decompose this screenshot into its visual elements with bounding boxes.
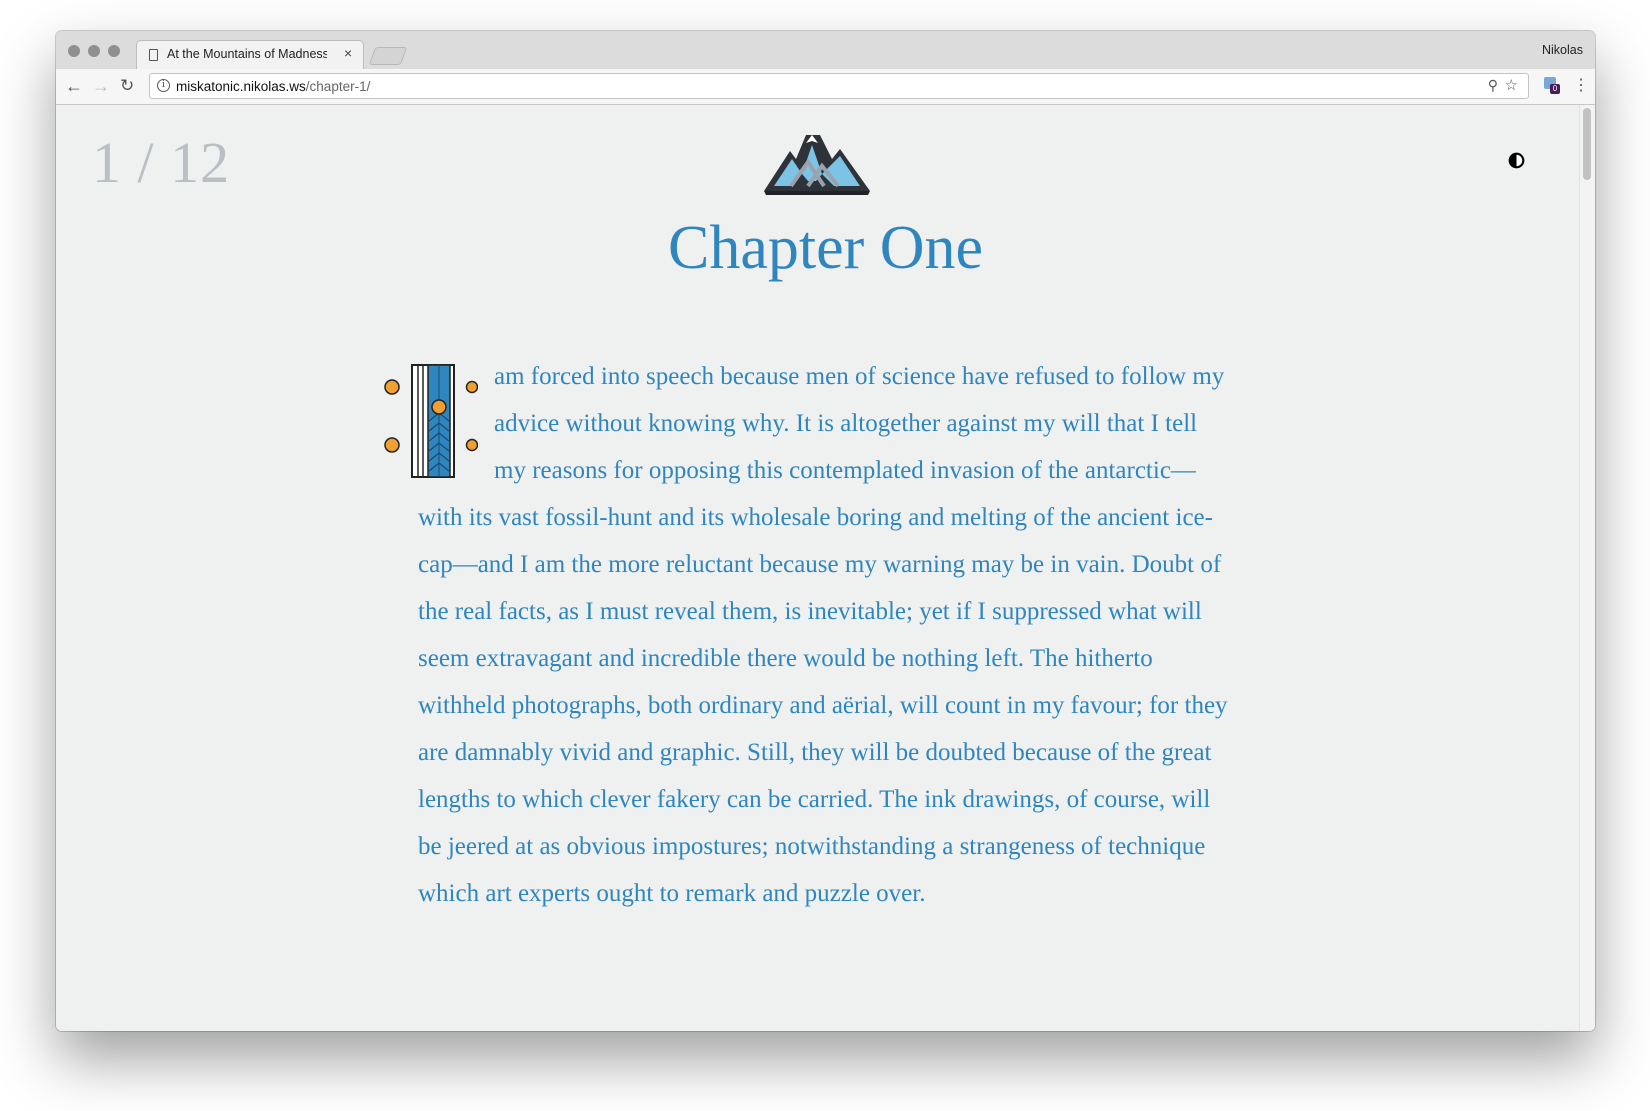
scrollbar-thumb[interactable] [1583, 108, 1591, 180]
address-bar[interactable]: i miskatonic.nikolas.ws/chapter-1/ ⚲ ☆ [149, 73, 1529, 99]
close-window-button[interactable] [68, 45, 80, 57]
browser-toolbar: ← → ↻ i miskatonic.nikolas.ws/chapter-1/… [56, 69, 1595, 105]
url-path: /chapter-1/ [305, 79, 371, 94]
page-counter: 1 / 12 [92, 130, 231, 195]
chapter-title: Chapter One [667, 214, 984, 282]
chapter-text: am forced into speech because men of sci… [384, 353, 1230, 917]
info-icon[interactable]: i [157, 79, 170, 92]
maximize-window-button[interactable] [108, 45, 120, 57]
url-host: miskatonic.nikolas.ws [176, 79, 306, 94]
contrast-toggle-icon[interactable] [1508, 152, 1525, 169]
drop-cap-i [384, 364, 478, 478]
zoom-icon[interactable]: ⚲ [1488, 77, 1498, 94]
tab-active[interactable]: At the Mountains of Madness × [136, 40, 364, 69]
kebab-menu-icon[interactable]: ⋮ [1573, 75, 1589, 95]
tab-close-icon[interactable]: × [344, 45, 352, 61]
document-icon [149, 49, 158, 61]
tab-title: At the Mountains of Madness [167, 47, 327, 61]
arrow-right-icon[interactable]: → [92, 75, 110, 97]
browser-window: At the Mountains of Madness × Nikolas ← … [56, 31, 1595, 1031]
mountains-logo[interactable] [764, 129, 870, 195]
scrollbar[interactable] [1579, 105, 1595, 1031]
arrow-left-icon[interactable]: ← [65, 75, 83, 97]
extension-icon[interactable]: 0 [1544, 77, 1560, 95]
tab-strip: At the Mountains of Madness × Nikolas [56, 31, 1595, 70]
reload-icon[interactable]: ↻ [120, 75, 134, 97]
url-text[interactable]: miskatonic.nikolas.ws/chapter-1/ [176, 79, 370, 94]
minimize-window-button[interactable] [88, 45, 100, 57]
star-icon[interactable]: ☆ [1505, 76, 1518, 94]
chapter-paragraph: am forced into speech because men of sci… [418, 363, 1228, 907]
page-viewport: 1 / 12 Chapter One am forced into speech… [56, 105, 1595, 1031]
extension-badge: 0 [1550, 84, 1560, 94]
new-tab-button[interactable] [368, 47, 408, 65]
profile-name[interactable]: Nikolas [1542, 43, 1583, 57]
